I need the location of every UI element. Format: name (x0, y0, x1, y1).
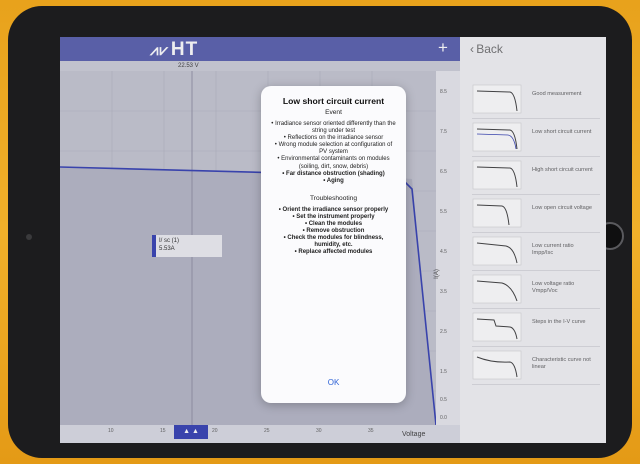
troubleshooting-list: • Orient the irradiance sensor properly … (270, 207, 397, 257)
event-item: • Far distance obstruction (shading) (282, 170, 385, 177)
diagnosis-dialog: Low short circuit current Event • Irradi… (261, 86, 406, 403)
app-screen: ⩘⩗ HT + 22.53 V 8.5 7.5 6.5 5.5 4.5 3.5 … (60, 37, 606, 443)
ok-button[interactable]: OK (261, 378, 406, 387)
troubleshooting-item: • Orient the irradiance sensor properly (278, 206, 389, 213)
tablet-frame: ⩘⩗ HT + 22.53 V 8.5 7.5 6.5 5.5 4.5 3.5 … (8, 6, 632, 458)
event-item: • Aging (323, 177, 344, 184)
event-item: • Environmental contaminants on modules … (277, 156, 390, 170)
event-item: • Reflections on the irradiance sensor (283, 135, 384, 142)
event-heading: Event (325, 109, 342, 116)
troubleshooting-item: • Check the modules for blindness, humid… (283, 235, 384, 249)
front-camera (26, 234, 32, 240)
troubleshooting-item: • Set the instrument properly (292, 213, 375, 220)
troubleshooting-heading: Troubleshooting (309, 194, 358, 202)
troubleshooting-item: • Clean the modules (304, 221, 363, 228)
event-list: • Irradiance sensor oriented differently… (270, 121, 397, 185)
troubleshooting-item: • Replace affected modules (294, 249, 373, 256)
dialog-title: Low short circuit current (282, 96, 385, 106)
event-item: • Wrong module selection at configuratio… (274, 142, 393, 156)
event-item: • Irradiance sensor oriented differently… (271, 121, 396, 135)
troubleshooting-item: • Remove obstruction (302, 228, 365, 235)
